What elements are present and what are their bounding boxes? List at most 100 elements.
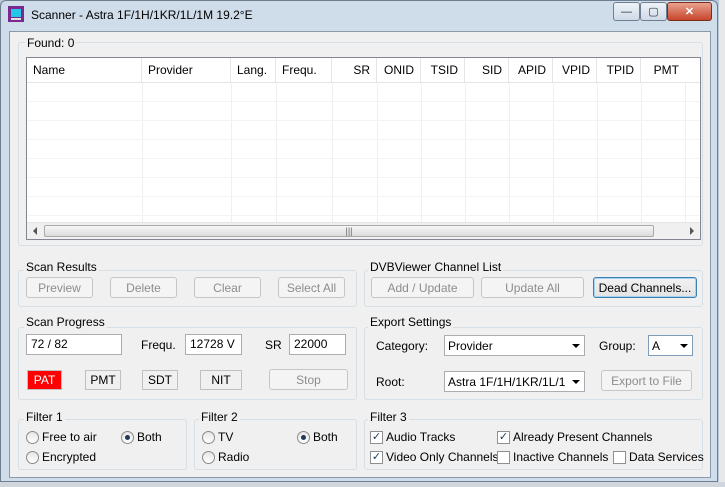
update-all-button[interactable]: Update All [481, 277, 584, 298]
grip-icon: ||| [345, 226, 353, 236]
audio-tracks-checkbox[interactable]: ✓ [370, 431, 383, 444]
column-divider [553, 83, 554, 223]
horizontal-scrollbar[interactable]: ||| [27, 222, 700, 239]
column-header-tpid[interactable]: TPID [597, 58, 641, 83]
category-select[interactable]: Provider [444, 335, 585, 356]
encrypted-radio[interactable] [26, 451, 39, 464]
tv-radio[interactable] [202, 431, 215, 444]
close-button[interactable]: ✕ [667, 2, 712, 21]
filter1-both-label[interactable]: Both [137, 430, 162, 444]
chevron-down-icon [572, 344, 580, 348]
group-select[interactable]: A [648, 335, 693, 356]
root-label: Root: [376, 375, 405, 389]
column-header-vpid[interactable]: VPID [553, 58, 597, 83]
video-only-checkbox[interactable]: ✓ [370, 451, 383, 464]
column-header-onid[interactable]: ONID [377, 58, 421, 83]
column-header-frequ[interactable]: Frequ. [276, 58, 332, 83]
column-divider [142, 83, 143, 223]
column-header-name[interactable]: Name [27, 58, 142, 83]
column-label: TSID [430, 63, 458, 77]
scan-results-title: Scan Results [24, 260, 99, 274]
already-present-checkbox[interactable]: ✓ [497, 431, 510, 444]
preview-button[interactable]: Preview [26, 277, 93, 298]
radio-label[interactable]: Radio [218, 450, 249, 464]
data-services-checkbox[interactable] [613, 451, 626, 464]
scroll-right-icon[interactable] [690, 227, 694, 235]
delete-button[interactable]: Delete [110, 277, 177, 298]
row-divider [27, 215, 700, 216]
progress-field: 72 / 82 [26, 334, 122, 355]
maximize-button[interactable]: ▢ [640, 2, 667, 21]
frequ-field: 12728 V [185, 334, 242, 355]
select-all-button[interactable]: Select All [278, 277, 345, 298]
sr-field: 22000 [289, 334, 346, 355]
column-label: APID [517, 63, 546, 77]
app-icon [8, 6, 24, 22]
filter1-both-radio[interactable] [121, 431, 134, 444]
column-header-sr[interactable]: SR [332, 58, 377, 83]
column-header-sid[interactable]: SID [465, 58, 509, 83]
column-label: Name [33, 63, 66, 77]
column-label: SID [481, 63, 502, 77]
row-divider [27, 158, 700, 159]
nit-indicator: NIT [200, 370, 242, 390]
chevron-down-icon [680, 344, 688, 348]
column-divider [641, 83, 642, 223]
found-count: 0 [67, 36, 75, 50]
row-divider [27, 120, 700, 121]
column-divider [685, 83, 686, 223]
root-select[interactable]: Astra 1F/1H/1KR/1L/1M [444, 371, 585, 392]
column-divider [597, 83, 598, 223]
row-divider [27, 139, 700, 140]
column-header-apid[interactable]: APID [509, 58, 553, 83]
sr-label: SR [265, 338, 282, 352]
column-divider [332, 83, 333, 223]
frequ-label: Frequ. [141, 338, 176, 352]
row-divider [27, 196, 700, 197]
clear-button[interactable]: Clear [194, 277, 261, 298]
scroll-left-icon[interactable] [33, 227, 37, 235]
inactive-channels-label[interactable]: Inactive Channels [513, 450, 608, 464]
already-present-label[interactable]: Already Present Channels [513, 430, 652, 444]
pmt-indicator: PMT [85, 370, 121, 390]
chevron-down-icon [572, 380, 580, 384]
column-divider [509, 83, 510, 223]
column-header-tsid[interactable]: TSID [421, 58, 465, 83]
inactive-channels-checkbox[interactable] [497, 451, 510, 464]
data-services-label[interactable]: Data Services [629, 450, 704, 464]
column-header-provider[interactable]: Provider [142, 58, 231, 83]
minimize-icon: — [621, 5, 632, 18]
channel-listview[interactable]: Name Provider Lang. Frequ. SR ONID TSID … [26, 57, 701, 240]
dead-channels-button[interactable]: Dead Channels... [593, 277, 697, 298]
radio-radio[interactable] [202, 451, 215, 464]
scanner-window: Scanner - Astra 1F/1H/1KR/1L/1M 19.2°E —… [0, 0, 718, 482]
title-bar[interactable]: Scanner - Astra 1F/1H/1KR/1L/1M 19.2°E —… [1, 1, 717, 29]
encrypted-label[interactable]: Encrypted [42, 450, 96, 464]
export-to-file-button[interactable]: Export to File [601, 370, 692, 391]
stop-button[interactable]: Stop [269, 369, 348, 390]
column-divider [465, 83, 466, 223]
client-area: Found: 0 Name Provider Lang. Frequ. SR O… [9, 31, 711, 478]
filter2-both-radio[interactable] [297, 431, 310, 444]
scan-progress-title: Scan Progress [24, 315, 107, 329]
add-update-button[interactable]: Add / Update [371, 277, 474, 298]
pat-indicator: PAT [27, 370, 62, 390]
audio-tracks-label[interactable]: Audio Tracks [386, 430, 455, 444]
column-label: SR [353, 63, 370, 77]
column-header-lang[interactable]: Lang. [231, 58, 276, 83]
row-divider [27, 177, 700, 178]
column-divider [276, 83, 277, 223]
free-to-air-label[interactable]: Free to air [42, 430, 97, 444]
root-value: Astra 1F/1H/1KR/1L/1M [448, 375, 566, 389]
group-label: Group: [599, 339, 636, 353]
free-to-air-radio[interactable] [26, 431, 39, 444]
video-only-label[interactable]: Video Only Channels [386, 450, 499, 464]
scrollbar-thumb[interactable]: ||| [44, 225, 654, 237]
column-divider [421, 83, 422, 223]
filter1-title: Filter 1 [24, 410, 65, 424]
minimize-button[interactable]: — [613, 2, 640, 21]
column-label: PMT [653, 63, 679, 77]
column-header-pmt[interactable]: PMT [641, 58, 685, 83]
tv-label[interactable]: TV [218, 430, 233, 444]
filter2-both-label[interactable]: Both [313, 430, 338, 444]
